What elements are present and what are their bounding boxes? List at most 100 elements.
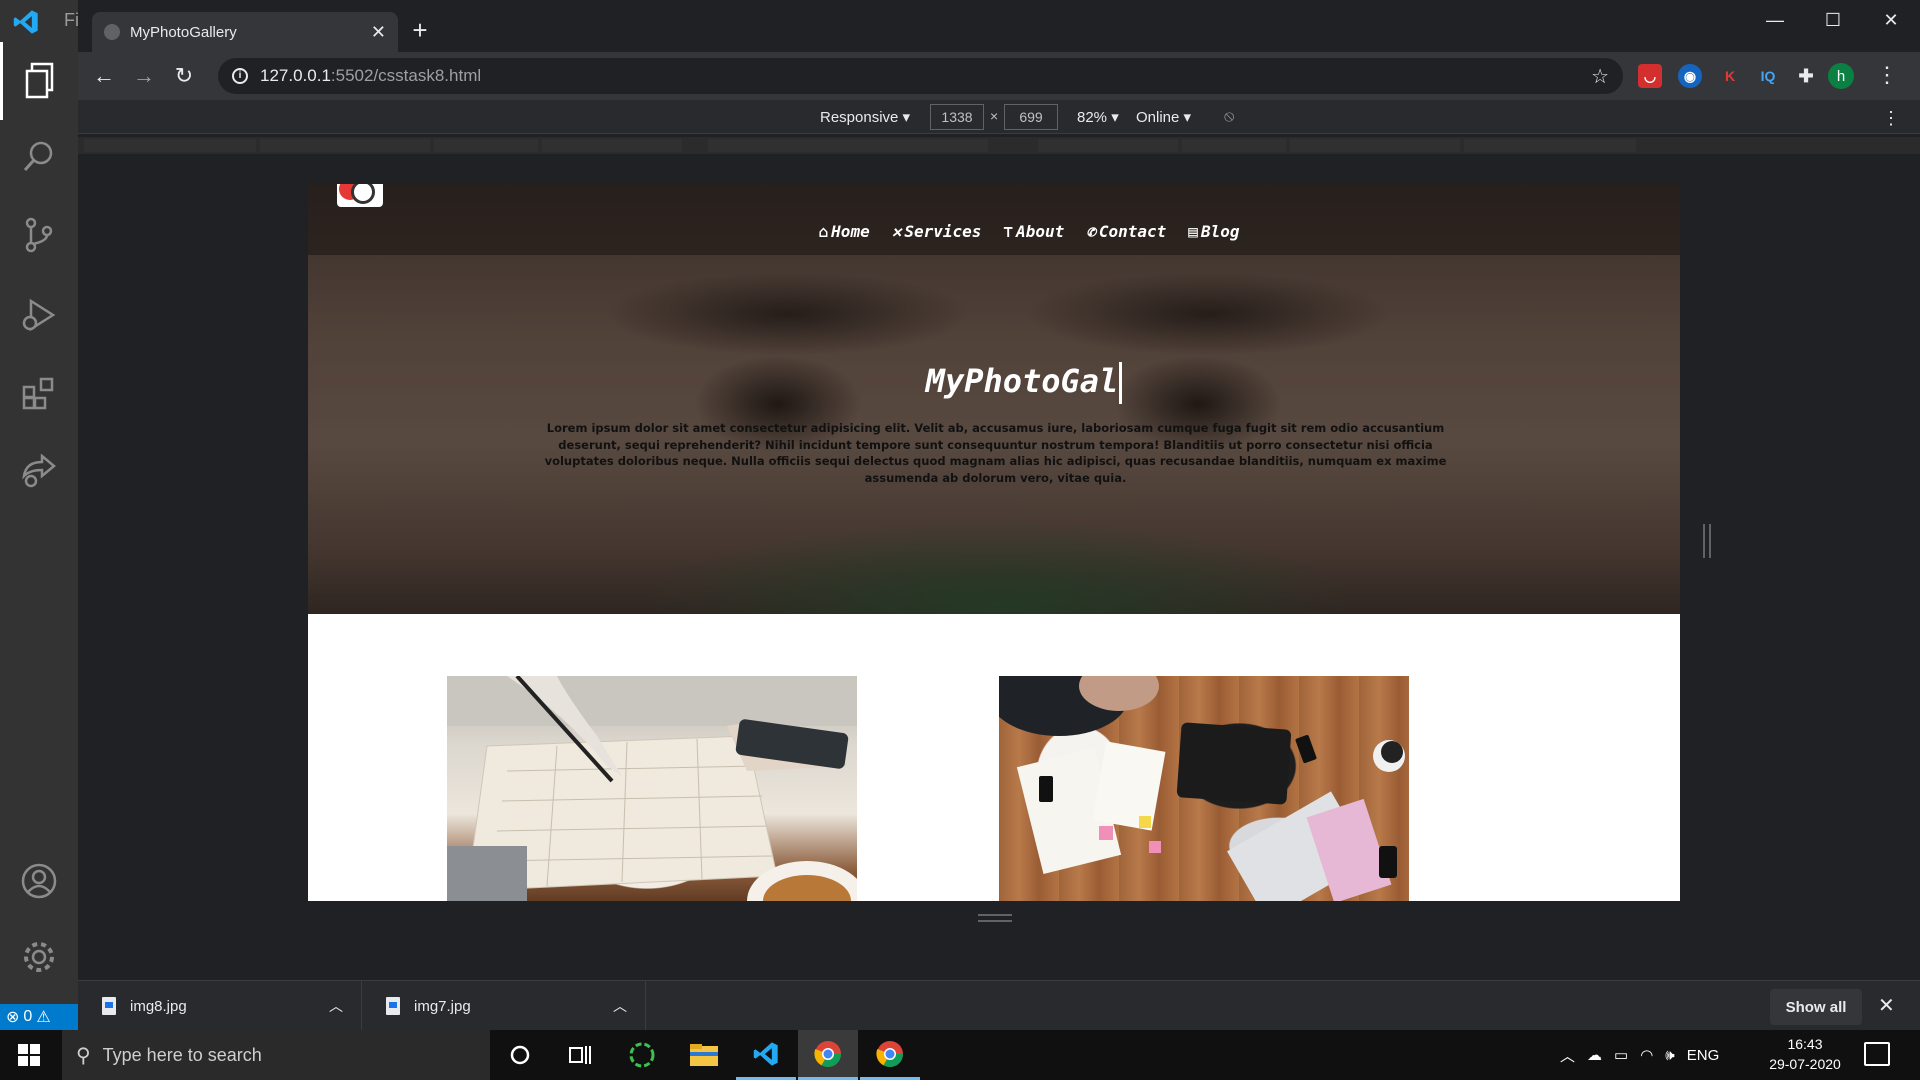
extension-globe-icon[interactable]: ◉ bbox=[1678, 64, 1702, 88]
phone-icon: ✆ bbox=[1086, 222, 1096, 241]
vscode-activity-bar bbox=[0, 0, 78, 1004]
settings-gear-icon[interactable] bbox=[0, 918, 78, 996]
pin-icon: ⊤ bbox=[1003, 222, 1014, 241]
notification-center-icon[interactable] bbox=[1864, 1042, 1890, 1066]
tab-close-icon[interactable]: ✕ bbox=[371, 22, 386, 43]
site-logo[interactable] bbox=[337, 184, 383, 207]
account-icon[interactable] bbox=[0, 842, 78, 920]
download-item[interactable]: img7.jpg ︿ bbox=[362, 981, 646, 1031]
media-query-segment[interactable] bbox=[84, 139, 256, 152]
close-window-icon[interactable]: ✕ bbox=[1862, 0, 1920, 40]
minimize-icon[interactable]: — bbox=[1746, 0, 1804, 40]
media-query-segment[interactable] bbox=[1464, 139, 1636, 152]
clock-time: 16:43 bbox=[1787, 1036, 1823, 1052]
browser-tab[interactable]: MyPhotoGallery ✕ bbox=[92, 12, 398, 52]
download-filename: img8.jpg bbox=[130, 997, 187, 1015]
maximize-icon[interactable]: ☐ bbox=[1804, 0, 1862, 40]
onedrive-cloud-icon[interactable]: ☁ bbox=[1587, 1046, 1602, 1064]
gallery-image-planner bbox=[447, 676, 857, 901]
live-share-icon[interactable] bbox=[0, 432, 78, 510]
nav-about[interactable]: ⊤ About bbox=[1003, 222, 1064, 241]
media-query-segment[interactable] bbox=[1290, 139, 1460, 152]
search-icon[interactable] bbox=[0, 118, 78, 196]
extensions-icon[interactable] bbox=[0, 354, 78, 432]
wifi-icon[interactable]: ◠ bbox=[1640, 1046, 1653, 1064]
viewport-resize-handle-bottom[interactable] bbox=[978, 914, 1012, 922]
devtools-more-icon[interactable]: ⋮ bbox=[1882, 108, 1900, 129]
new-tab-button[interactable]: + bbox=[404, 14, 436, 46]
url-host: 127.0.0.1 bbox=[260, 66, 331, 85]
vscode-logo-icon bbox=[13, 10, 38, 34]
tray-chevron-up-icon[interactable]: ︿ bbox=[1560, 1045, 1575, 1066]
start-button[interactable] bbox=[0, 1030, 58, 1080]
zoom-select[interactable]: 82% ▾ bbox=[1077, 108, 1119, 126]
run-debug-icon[interactable] bbox=[0, 276, 78, 354]
nav-contact[interactable]: ✆ Contact bbox=[1086, 222, 1166, 241]
tools-icon: ✕ bbox=[891, 222, 902, 241]
chevron-up-icon[interactable]: ︿ bbox=[613, 996, 627, 1016]
reload-icon[interactable]: ↻ bbox=[168, 60, 200, 92]
media-query-segment[interactable] bbox=[260, 139, 430, 152]
network-throttle-select[interactable]: Online ▾ bbox=[1136, 108, 1191, 126]
viewport-width-input[interactable]: 1338 bbox=[930, 104, 984, 130]
back-arrow-icon[interactable]: ← bbox=[88, 60, 120, 92]
explorer-icon[interactable] bbox=[0, 42, 78, 120]
nav-services[interactable]: ✕ Services bbox=[892, 222, 982, 241]
document-icon: ▤ bbox=[1188, 222, 1198, 241]
iq-extension-icon[interactable]: IQ bbox=[1756, 64, 1780, 88]
image-file-icon bbox=[386, 997, 400, 1015]
chrome-menu-icon[interactable]: ⋮ bbox=[1876, 62, 1898, 88]
battery-icon[interactable]: ▭ bbox=[1614, 1046, 1628, 1064]
media-query-segment[interactable] bbox=[708, 139, 988, 152]
rotate-icon[interactable]: ⦸ bbox=[1224, 108, 1234, 126]
forward-arrow-icon[interactable]: → bbox=[128, 60, 160, 92]
error-count: 0 bbox=[23, 1008, 33, 1025]
profile-avatar[interactable]: h bbox=[1828, 63, 1854, 89]
downloads-bar: img8.jpg ︿ img7.jpg ︿ Show all ✕ bbox=[78, 980, 1920, 1031]
media-query-segment[interactable] bbox=[1038, 139, 1178, 152]
nav-home[interactable]: ⌂ Home bbox=[819, 222, 870, 241]
show-all-button[interactable]: Show all bbox=[1770, 989, 1862, 1025]
media-query-segment[interactable] bbox=[542, 139, 682, 152]
close-downloads-icon[interactable]: ✕ bbox=[1878, 993, 1895, 1018]
download-item[interactable]: img8.jpg ︿ bbox=[78, 981, 362, 1031]
media-query-segment[interactable] bbox=[1182, 139, 1286, 152]
system-tray: ︿ ☁ ▭ ◠ 🕪 ENG bbox=[1560, 1030, 1719, 1080]
chrome-taskbar-icon-2[interactable] bbox=[860, 1030, 920, 1080]
chevron-up-icon[interactable]: ︿ bbox=[329, 996, 343, 1016]
file-explorer-icon[interactable] bbox=[674, 1030, 734, 1080]
site-navbar bbox=[308, 184, 1680, 255]
bookmark-star-icon[interactable]: ☆ bbox=[1591, 64, 1609, 89]
device-select[interactable]: Responsive ▾ bbox=[820, 108, 910, 126]
extensions-puzzle-icon[interactable]: ✚ bbox=[1794, 64, 1818, 88]
volume-icon[interactable]: 🕪 bbox=[1665, 1047, 1674, 1064]
media-query-bar bbox=[78, 137, 1920, 154]
viewport-height-input[interactable]: 699 bbox=[1004, 104, 1058, 130]
sync-app-icon[interactable] bbox=[612, 1030, 672, 1080]
taskbar-search[interactable]: ⚲ Type here to search bbox=[62, 1030, 490, 1080]
device-viewport: ⌂ Home ✕ Services ⊤ About ✆ Contact ▤ Blog My… bbox=[78, 154, 1920, 980]
viewport-resize-handle-right[interactable] bbox=[1703, 524, 1711, 558]
tab-title: MyPhotoGallery bbox=[130, 23, 237, 41]
image-file-icon bbox=[102, 997, 116, 1015]
source-control-icon[interactable] bbox=[0, 196, 78, 274]
nav-blog[interactable]: ▤ Blog bbox=[1188, 222, 1239, 241]
error-icon: ⊗ bbox=[6, 1009, 20, 1026]
media-query-segment[interactable] bbox=[434, 139, 538, 152]
info-icon[interactable]: i bbox=[232, 68, 248, 84]
vscode-taskbar-icon[interactable] bbox=[736, 1030, 796, 1080]
taskbar-clock[interactable]: 16:43 29-07-2020 bbox=[1760, 1034, 1850, 1074]
pocket-extension-icon[interactable]: ◡ bbox=[1638, 64, 1662, 88]
language-indicator[interactable]: ENG bbox=[1687, 1047, 1720, 1064]
k-extension-icon[interactable]: K bbox=[1718, 64, 1742, 88]
vscode-menu-fragment[interactable]: Fi bbox=[64, 10, 79, 31]
address-bar[interactable]: i 127.0.0.1:5502/csstask8.html ☆ bbox=[218, 58, 1623, 94]
cortana-icon[interactable] bbox=[490, 1030, 550, 1080]
dimension-separator: × bbox=[990, 108, 999, 124]
hero-paragraph: Lorem ipsum dolor sit amet consectetur a… bbox=[544, 421, 1447, 485]
download-filename: img7.jpg bbox=[414, 997, 471, 1015]
vscode-status-errors[interactable]: ⊗ 0 ⚠ bbox=[0, 1004, 78, 1030]
gallery-image-team-desk bbox=[999, 676, 1409, 901]
task-view-icon[interactable] bbox=[550, 1030, 610, 1080]
chrome-taskbar-icon[interactable] bbox=[798, 1030, 858, 1080]
